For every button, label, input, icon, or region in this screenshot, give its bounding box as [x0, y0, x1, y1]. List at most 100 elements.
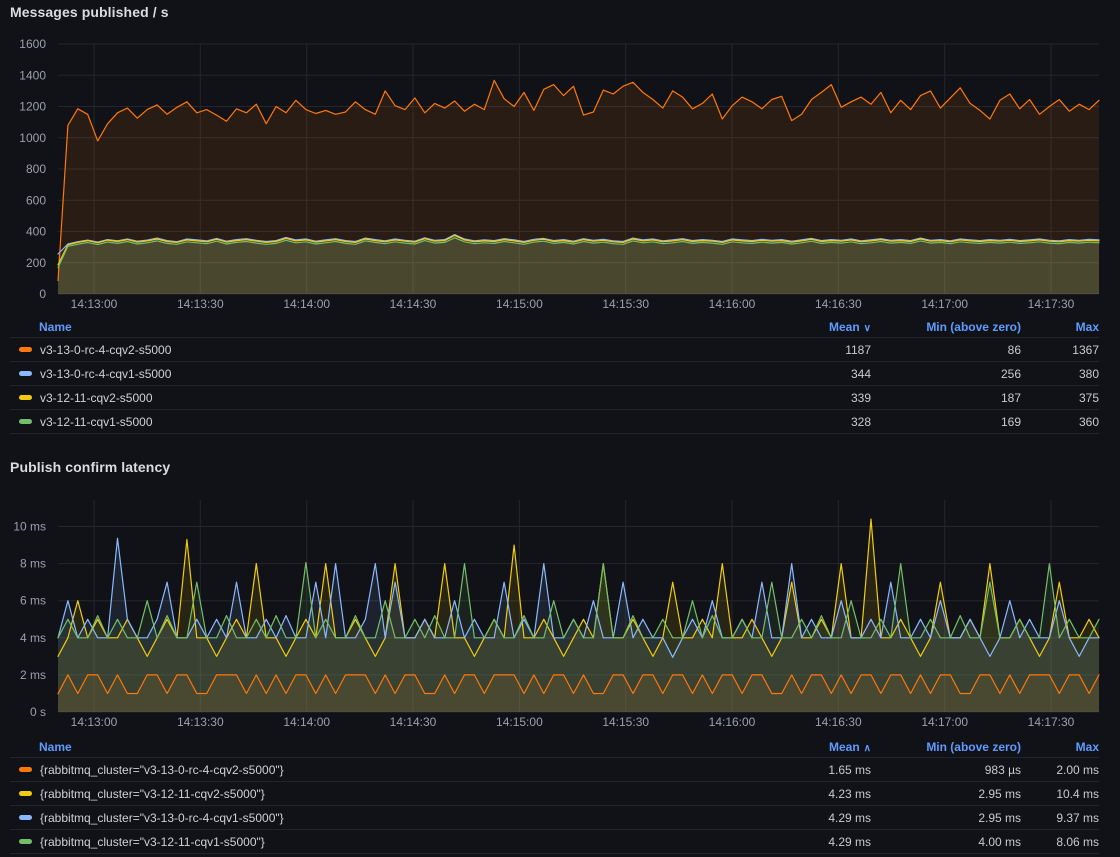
series-color-swatch[interactable] — [19, 371, 32, 376]
panel-messages-published: Messages published / s 02004006008001000… — [0, 0, 1120, 446]
mean-value: 339 — [753, 391, 871, 405]
legend-header-min[interactable]: Min (above zero) — [871, 740, 1021, 754]
series-name[interactable]: {rabbitmq_cluster="v3-13-0-rc-4-cqv1-s50… — [40, 811, 284, 825]
y-axis-tick-label: 2 ms — [20, 668, 46, 682]
min-value: 86 — [871, 343, 1021, 357]
y-axis-tick-label: 600 — [26, 193, 46, 207]
legend-row: {rabbitmq_cluster="v3-13-0-rc-4-cqv1-s50… — [10, 806, 1099, 830]
y-axis-tick-label: 1000 — [19, 131, 46, 145]
x-axis-tick-label: 14:14:30 — [390, 297, 437, 311]
y-axis-tick-label: 400 — [26, 225, 46, 239]
x-axis-tick-label: 14:14:00 — [283, 715, 330, 729]
series-name[interactable]: v3-12-11-cqv1-s5000 — [40, 415, 153, 429]
legend-row: {rabbitmq_cluster="v3-13-0-rc-4-cqv2-s50… — [10, 758, 1099, 782]
x-axis-tick-label: 14:16:30 — [815, 297, 862, 311]
x-axis-tick-label: 14:14:00 — [283, 297, 330, 311]
legend-row: v3-12-11-cqv2-s5000 339 187 375 — [10, 386, 1099, 410]
max-value: 8.06 ms — [1021, 835, 1099, 849]
x-axis-tick-label: 14:16:00 — [709, 715, 756, 729]
messages-published-chart[interactable]: 0 200 400 600 800 1000 1200 1400 1600 14:13:00 14:… — [0, 0, 1120, 320]
series-name[interactable]: v3-13-0-rc-4-cqv1-s5000 — [40, 367, 171, 381]
y-axis-tick-label: 4 ms — [20, 631, 46, 645]
legend-row: v3-13-0-rc-4-cqv1-s5000 344 256 380 — [10, 362, 1099, 386]
mean-value: 4.23 ms — [753, 787, 871, 801]
x-axis-tick-label: 14:17:30 — [1028, 715, 1075, 729]
series-name[interactable]: {rabbitmq_cluster="v3-12-11-cqv1-s5000"} — [40, 835, 265, 849]
series-color-swatch[interactable] — [19, 815, 32, 820]
legend-row: v3-13-0-rc-4-cqv2-s5000 1187 86 1367 — [10, 338, 1099, 362]
legend-table: Name Mean∨ Min (above zero) Max v3-13-0-… — [10, 317, 1099, 434]
min-value: 2.95 ms — [871, 811, 1021, 825]
legend-header-name[interactable]: Name — [10, 740, 753, 754]
sort-caret-icon: ∨ — [864, 323, 871, 334]
min-value: 2.95 ms — [871, 787, 1021, 801]
panel-publish-confirm-latency: Publish confirm latency 0 s2 ms4 ms6 ms8… — [0, 455, 1120, 857]
y-axis-tick-label: 200 — [26, 256, 46, 270]
max-value: 10.4 ms — [1021, 787, 1099, 801]
min-value: 256 — [871, 367, 1021, 381]
max-value: 360 — [1021, 415, 1099, 429]
x-axis-tick-label: 14:15:30 — [602, 297, 649, 311]
y-axis-tick-label: 8 ms — [20, 557, 46, 571]
legend-row: v3-12-11-cqv1-s5000 328 169 360 — [10, 410, 1099, 434]
x-axis-tick-label: 14:16:00 — [709, 297, 756, 311]
legend-table: Name Mean∧ Min (above zero) Max {rabbitm… — [10, 737, 1099, 854]
legend-row: {rabbitmq_cluster="v3-12-11-cqv1-s5000"}… — [10, 830, 1099, 854]
legend-header-max[interactable]: Max — [1021, 740, 1099, 754]
series-color-swatch[interactable] — [19, 839, 32, 844]
publish-confirm-latency-chart[interactable]: 0 s 2 ms 4 ms 6 ms 8 ms 10 ms 14:13:00 14:13:30… — [0, 455, 1120, 740]
x-axis-tick-label: 14:13:00 — [71, 297, 118, 311]
y-axis-tick-label: 1400 — [19, 68, 46, 82]
series-name[interactable]: v3-12-11-cqv2-s5000 — [40, 391, 153, 405]
mean-value: 328 — [753, 415, 871, 429]
mean-value: 344 — [753, 367, 871, 381]
legend-header-min[interactable]: Min (above zero) — [871, 320, 1021, 334]
y-axis-tick-label: 1600 — [19, 37, 46, 51]
x-axis-tick-label: 14:14:30 — [390, 715, 437, 729]
series-color-swatch[interactable] — [19, 395, 32, 400]
x-axis-tick-label: 14:15:30 — [602, 715, 649, 729]
sort-caret-icon: ∧ — [864, 743, 871, 754]
mean-value: 4.29 ms — [753, 811, 871, 825]
series-area-fill — [58, 238, 1099, 294]
x-axis-tick-label: 14:13:30 — [177, 297, 224, 311]
y-axis-tick-label: 0 — [39, 287, 46, 301]
x-axis-tick-label: 14:13:30 — [177, 715, 224, 729]
min-value: 4.00 ms — [871, 835, 1021, 849]
mean-value: 1187 — [753, 343, 871, 357]
mean-value: 1.65 ms — [753, 763, 871, 777]
min-value: 187 — [871, 391, 1021, 405]
series-color-swatch[interactable] — [19, 347, 32, 352]
series-color-swatch[interactable] — [19, 791, 32, 796]
y-axis-tick-label: 6 ms — [20, 594, 46, 608]
x-axis-tick-label: 14:17:00 — [921, 297, 968, 311]
legend-header-mean[interactable]: Mean∧ — [753, 740, 871, 754]
legend-header-row: Name Mean∧ Min (above zero) Max — [10, 737, 1099, 758]
series-color-swatch[interactable] — [19, 767, 32, 772]
series-name[interactable]: {rabbitmq_cluster="v3-12-11-cqv2-s5000"} — [40, 787, 265, 801]
x-axis-tick-label: 14:16:30 — [815, 715, 862, 729]
series-color-swatch[interactable] — [19, 419, 32, 424]
y-axis-tick-label: 800 — [26, 162, 46, 176]
max-value: 1367 — [1021, 343, 1099, 357]
max-value: 2.00 ms — [1021, 763, 1099, 777]
legend-header-row: Name Mean∨ Min (above zero) Max — [10, 317, 1099, 338]
max-value: 375 — [1021, 391, 1099, 405]
x-axis-tick-label: 14:17:30 — [1028, 297, 1075, 311]
legend-header-max[interactable]: Max — [1021, 320, 1099, 334]
series-name[interactable]: v3-13-0-rc-4-cqv2-s5000 — [40, 343, 171, 357]
y-axis-tick-label: 10 ms — [13, 520, 46, 534]
y-axis-tick-label: 1200 — [19, 100, 46, 114]
x-axis-tick-label: 14:17:00 — [921, 715, 968, 729]
series-name[interactable]: {rabbitmq_cluster="v3-13-0-rc-4-cqv2-s50… — [40, 763, 284, 777]
max-value: 380 — [1021, 367, 1099, 381]
legend-header-mean[interactable]: Mean∨ — [753, 320, 871, 334]
max-value: 9.37 ms — [1021, 811, 1099, 825]
legend-row: {rabbitmq_cluster="v3-12-11-cqv2-s5000"}… — [10, 782, 1099, 806]
x-axis-tick-label: 14:13:00 — [71, 715, 118, 729]
x-axis-tick-label: 14:15:00 — [496, 715, 543, 729]
y-axis-tick-label: 0 s — [30, 705, 46, 719]
min-value: 169 — [871, 415, 1021, 429]
x-axis-tick-label: 14:15:00 — [496, 297, 543, 311]
legend-header-name[interactable]: Name — [10, 320, 753, 334]
